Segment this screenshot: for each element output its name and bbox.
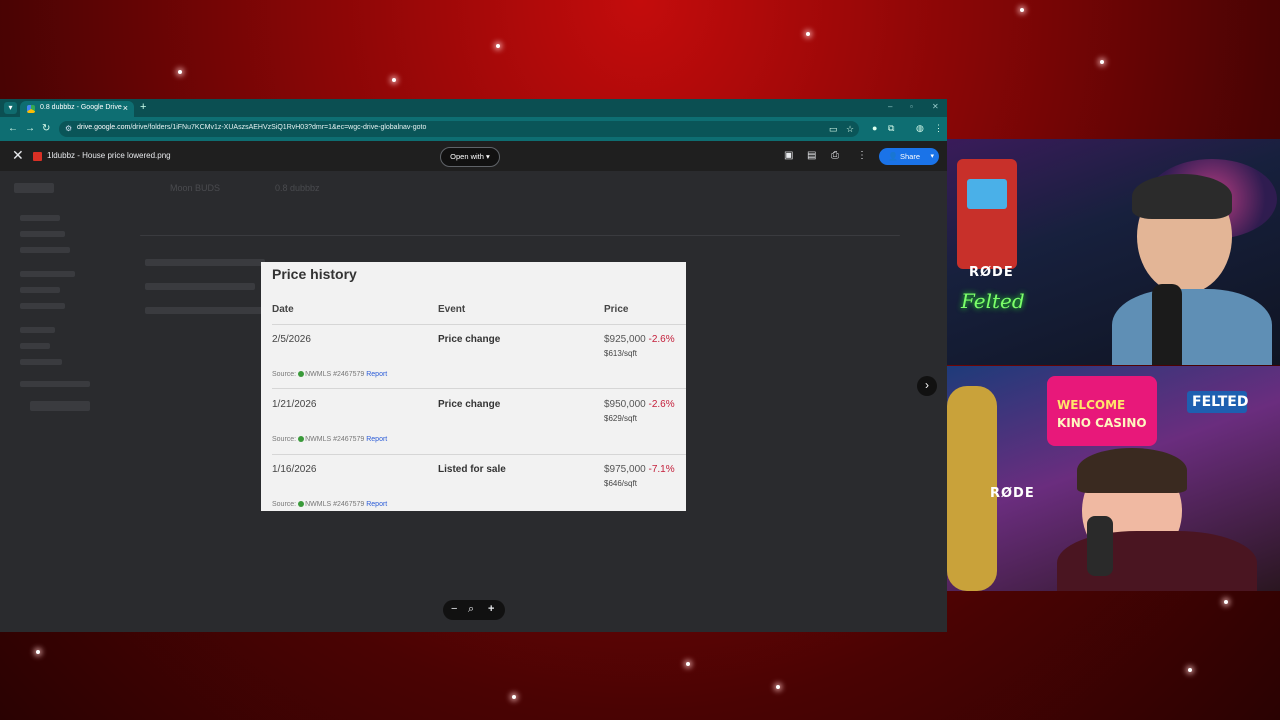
row-event: Price change bbox=[438, 334, 501, 345]
person-hair bbox=[1077, 448, 1187, 493]
row-source: Source: NWMLS #2467579 Report bbox=[272, 371, 388, 378]
minimize-icon[interactable]: – bbox=[888, 102, 892, 111]
microphone bbox=[1087, 516, 1113, 576]
row-price: $950,000 -2.6% bbox=[604, 399, 675, 410]
sidebar-ghost bbox=[20, 303, 65, 309]
sidebar-ghost bbox=[20, 327, 55, 333]
breadcrumb-ghost: Moon BUDS bbox=[170, 183, 221, 193]
reload-icon[interactable]: ↻ bbox=[42, 123, 50, 134]
arcade-cabinet bbox=[957, 159, 1017, 269]
webcam-top: RØDE Felted bbox=[947, 139, 1280, 365]
file-row-ghost bbox=[145, 283, 255, 290]
browser-menu-icon[interactable]: ⋮ bbox=[934, 123, 943, 134]
open-with-button[interactable]: Open with ▾ bbox=[440, 147, 500, 167]
comment-icon[interactable]: ▤ bbox=[807, 150, 816, 161]
arcade-screen bbox=[967, 179, 1007, 209]
sign-welcome: WELCOME bbox=[1057, 398, 1126, 412]
profile-avatar[interactable]: ◍ bbox=[916, 123, 924, 134]
sidebar-ghost bbox=[20, 359, 62, 365]
row-date: 2/5/2026 bbox=[272, 334, 311, 345]
new-tab-icon[interactable]: + bbox=[140, 101, 146, 113]
sign-kino-casino: KINO CASINO bbox=[1057, 416, 1147, 430]
browser-toolbar: ← → ↻ ⚙ drive.google.com/drive/folders/1… bbox=[0, 117, 947, 141]
sign-felted: FELTED bbox=[1192, 394, 1249, 410]
chevron-down-icon[interactable]: ▾ bbox=[930, 148, 934, 165]
row-event: Listed for sale bbox=[438, 464, 506, 475]
more-vert-icon[interactable]: ⋮ bbox=[857, 150, 867, 161]
sidebar-ghost bbox=[20, 271, 75, 277]
person-shirt bbox=[1112, 289, 1272, 365]
row-event: Price change bbox=[438, 399, 501, 410]
tab-title: 0.8 dubbbz - Google Drive bbox=[40, 104, 122, 111]
source-logo-icon bbox=[298, 436, 305, 442]
neon-sign: Felted bbox=[961, 289, 1025, 313]
column-header-date: Date bbox=[272, 304, 294, 315]
bookmark-star-icon[interactable]: ☆ bbox=[846, 124, 854, 135]
divider bbox=[272, 454, 686, 455]
sidebar-ghost bbox=[20, 215, 60, 221]
window-close-icon[interactable]: ✕ bbox=[932, 102, 939, 111]
sidebar-ghost bbox=[20, 247, 70, 253]
close-tab-icon[interactable]: × bbox=[123, 103, 128, 113]
divider bbox=[272, 324, 686, 325]
row-date: 1/21/2026 bbox=[272, 399, 317, 410]
webcam-bottom: WELCOME KINO CASINO FELTED RØDE bbox=[947, 366, 1280, 591]
sidebar-ghost bbox=[20, 287, 60, 293]
image-title: Price history bbox=[272, 266, 357, 282]
storage-button-ghost bbox=[30, 401, 90, 411]
column-header-price: Price bbox=[604, 304, 629, 315]
site-info-icon[interactable]: ⚙ bbox=[65, 124, 72, 133]
row-price: $975,000 -7.1% bbox=[604, 464, 675, 475]
tab-search-icon[interactable]: ▾ bbox=[4, 102, 17, 114]
add-to-folder-icon[interactable]: ▣ bbox=[784, 150, 793, 161]
mic-brand-label: RØDE bbox=[990, 486, 1035, 501]
column-header-event: Event bbox=[438, 304, 466, 315]
storage-ghost bbox=[20, 381, 90, 387]
breadcrumb-ghost: 0.8 dubbbz bbox=[275, 183, 320, 193]
file-viewer-bar: ✕ 1ldubbz - House price lowered.png Open… bbox=[0, 141, 947, 171]
zoom-in-icon[interactable]: + bbox=[488, 603, 494, 615]
row-sqft: $629/sqft bbox=[604, 414, 637, 423]
source-logo-icon bbox=[298, 371, 305, 377]
file-row-ghost bbox=[145, 307, 270, 314]
extensions-puzzle-icon[interactable]: ⧉ bbox=[888, 123, 894, 134]
divider bbox=[272, 388, 686, 389]
maximize-icon[interactable]: ▫ bbox=[910, 102, 913, 111]
price-history-image: Price history Date Event Price 2/5/2026 … bbox=[261, 262, 686, 511]
new-button-ghost bbox=[14, 183, 54, 193]
viewer-filename: 1ldubbz - House price lowered.png bbox=[47, 151, 171, 160]
image-file-icon bbox=[33, 152, 42, 161]
row-price: $925,000 -2.6% bbox=[604, 334, 675, 345]
url-text: drive.google.com/drive/folders/1iFNu7KCM… bbox=[77, 124, 427, 131]
back-icon[interactable]: ← bbox=[8, 123, 18, 134]
zoom-controls: − ⌕ + bbox=[443, 600, 505, 620]
row-source: Source: NWMLS #2467579 Report bbox=[272, 436, 388, 443]
address-bar[interactable]: ⚙ drive.google.com/drive/folders/1iFNu7K… bbox=[59, 121, 859, 137]
sidebar-ghost bbox=[20, 343, 50, 349]
share-person-icon: 👤 bbox=[888, 152, 898, 161]
install-app-icon[interactable]: ▭ bbox=[829, 124, 838, 135]
zoom-reset-icon[interactable]: ⌕ bbox=[468, 603, 474, 616]
close-viewer-icon[interactable]: ✕ bbox=[12, 147, 24, 164]
mic-brand-label: RØDE bbox=[969, 265, 1014, 280]
browser-tab[interactable]: 0.8 dubbbz - Google Drive × bbox=[20, 101, 134, 117]
microphone bbox=[1152, 284, 1182, 365]
divider bbox=[140, 235, 900, 236]
row-source: Source: NWMLS #2467579 Report bbox=[272, 501, 388, 508]
extension-icon[interactable]: ● bbox=[872, 123, 877, 133]
next-file-button[interactable]: › bbox=[917, 376, 937, 396]
tab-strip: ▾ 0.8 dubbbz - Google Drive × + – ▫ ✕ bbox=[0, 99, 947, 117]
row-sqft: $646/sqft bbox=[604, 479, 637, 488]
source-logo-icon bbox=[298, 501, 305, 507]
forward-icon[interactable]: → bbox=[25, 123, 35, 134]
file-row-ghost bbox=[145, 259, 265, 266]
print-icon[interactable]: ⎙ bbox=[831, 150, 839, 161]
share-button[interactable]: 👤 Share ▾ bbox=[879, 148, 939, 165]
person-cap bbox=[1132, 174, 1232, 219]
row-sqft: $613/sqft bbox=[604, 349, 637, 358]
row-date: 1/16/2026 bbox=[272, 464, 317, 475]
zoom-out-icon[interactable]: − bbox=[451, 603, 457, 615]
google-drive-icon bbox=[27, 105, 35, 113]
sidebar-ghost bbox=[20, 231, 65, 237]
